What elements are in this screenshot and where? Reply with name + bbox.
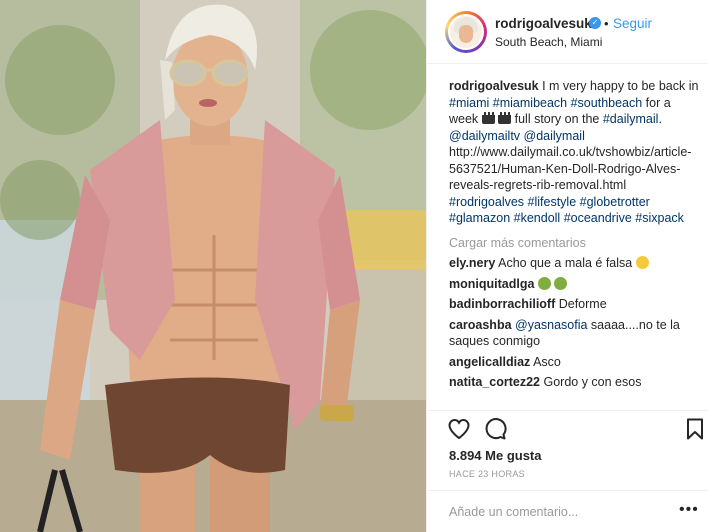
comment-text: Acho que a mala é falsa [495,256,633,270]
camera-emoji-icon [498,112,512,124]
post-timestamp: HACE 23 HORAS [449,469,525,479]
post-header: rodrigoalvesuk ✓ • Seguir South Beach, M… [427,0,708,64]
comment-mention[interactable]: @yasnasofia [512,318,587,332]
hashtag-link[interactable]: #lifestyle [528,195,577,209]
comment-item: ely.nery Acho que a mala é falsa [449,255,699,272]
likes-count[interactable]: 8.894 Me gusta [449,448,542,463]
hashtag-link[interactable]: #glamazon [449,211,510,225]
instagram-post-view: rodrigoalvesuk ✓ • Seguir South Beach, M… [0,0,708,532]
post-sidebar: rodrigoalvesuk ✓ • Seguir South Beach, M… [426,0,708,532]
comment-input[interactable] [449,502,669,522]
verified-icon: ✓ [589,17,601,29]
caption-url: http://www.dailymail.co.uk/tvshowbiz/art… [449,145,692,192]
heart-icon[interactable] [447,417,471,441]
more-options-button[interactable]: ••• [679,501,699,519]
comment-username[interactable]: caroashba [449,318,512,332]
comment-username[interactable]: natita_cortez22 [449,375,540,389]
hashtag-link[interactable]: #rodrigoalves [449,195,524,209]
clapper-emoji-icon [481,112,495,124]
comment-item: natita_cortez22 Gordo y con esos [449,374,699,391]
hashtag-link[interactable]: #globetrotter [580,195,650,209]
comment-text: Gordo y con esos [540,375,642,389]
nauseated-face-emoji-icon [537,276,551,290]
comment-username[interactable]: angelicalldiaz [449,355,530,369]
comment-item: moniquitadlga [449,276,699,293]
post-caption: rodrigoalvesuk I m very happy to be back… [449,78,699,227]
hashtag-link[interactable]: #miamibeach [493,96,567,110]
caption-text: . [658,112,662,126]
mention-link[interactable]: @dailymail [524,129,585,143]
comment-text: Deforme [555,297,607,311]
comment-username[interactable]: moniquitadlga [449,277,534,291]
clapping-hands-emoji-icon [635,256,649,269]
avatar-face [459,25,473,43]
comment-item: caroashba @yasnasofia saaaa....no te la … [449,317,699,350]
hashtag-link[interactable]: #miami [449,96,489,110]
avatar-image [448,14,484,50]
caption-text: full story on the [511,112,603,126]
hashtag-link[interactable]: #dailymail [603,112,659,126]
add-comment-bar: ••• [427,490,708,532]
comments-list: rodrigoalvesuk I m very happy to be back… [449,78,699,408]
comment-item: badinborrachilioff Deforme [449,296,699,313]
comment-username[interactable]: ely.nery [449,256,495,270]
avatar[interactable] [445,11,487,53]
comment-item: angelicalldiaz Asco [449,354,699,371]
hashtag-link[interactable]: #oceandrive [564,211,632,225]
post-photo-illustration [0,0,426,532]
comment-icon[interactable] [483,417,507,441]
vomiting-face-emoji-icon [554,276,568,290]
load-more-comments-button[interactable]: Cargar más comentarios [449,235,699,252]
caption-username[interactable]: rodrigoalvesuk [449,79,539,93]
comment-username[interactable]: badinborrachilioff [449,297,555,311]
bookmark-icon[interactable] [683,417,707,441]
comment-text: Asco [530,354,561,369]
hashtag-link[interactable]: #sixpack [635,211,684,225]
caption-text: I m very happy to be back in [538,79,699,93]
mention-link[interactable]: @dailymailtv [449,129,520,143]
follow-button[interactable]: Seguir [613,16,652,31]
header-separator: • [604,16,609,31]
post-photo[interactable] [0,0,426,532]
hashtag-link[interactable]: #kendoll [514,211,561,225]
hashtag-link[interactable]: #southbeach [571,96,643,110]
location-link[interactable]: South Beach, Miami [495,35,602,49]
header-username[interactable]: rodrigoalvesuk [495,16,592,31]
